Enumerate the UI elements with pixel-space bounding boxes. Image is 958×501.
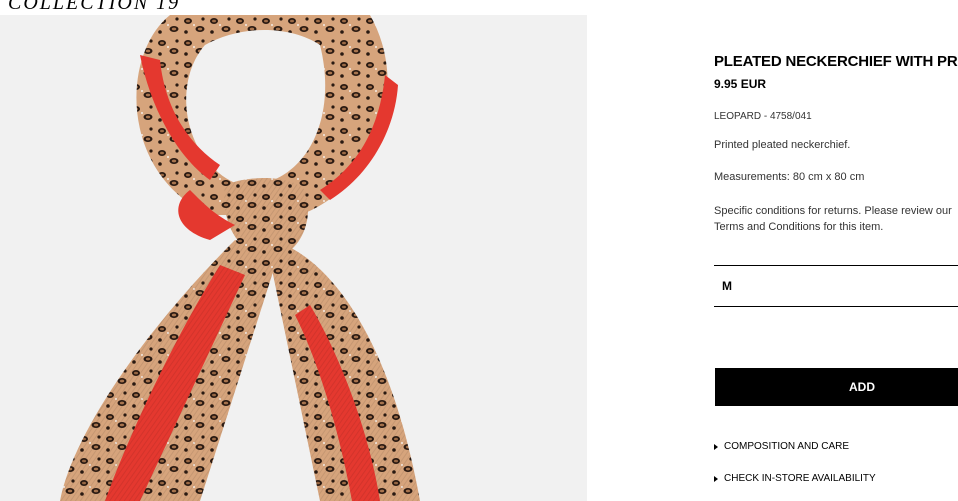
check-availability-link[interactable]: CHECK IN-STORE AVAILABILITY [714, 473, 876, 484]
product-image[interactable] [0, 15, 587, 501]
caret-right-icon [714, 443, 718, 450]
availability-label: CHECK IN-STORE AVAILABILITY [724, 473, 876, 484]
caret-right-icon [714, 475, 718, 482]
return-conditions: Specific conditions for returns. Please … [714, 205, 952, 233]
add-to-cart-button[interactable]: ADD [715, 368, 958, 406]
neckerchief-illustration [60, 15, 420, 501]
product-reference: LEOPARD - 4758/041 [714, 111, 812, 122]
product-title: PLEATED NECKERCHIEF WITH PRINT [714, 53, 958, 70]
product-price: 9.95 EUR [714, 77, 767, 91]
selected-size: M [722, 279, 732, 293]
product-description: Printed pleated neckerchief. [714, 139, 851, 151]
product-measurements: Measurements: 80 cm x 80 cm [714, 171, 865, 183]
composition-label: COMPOSITION AND CARE [724, 441, 850, 452]
size-selector[interactable]: M [714, 265, 958, 307]
composition-and-care-link[interactable]: COMPOSITION AND CARE [714, 441, 849, 452]
collection-label: COLLECTION 19 [8, 0, 181, 14]
